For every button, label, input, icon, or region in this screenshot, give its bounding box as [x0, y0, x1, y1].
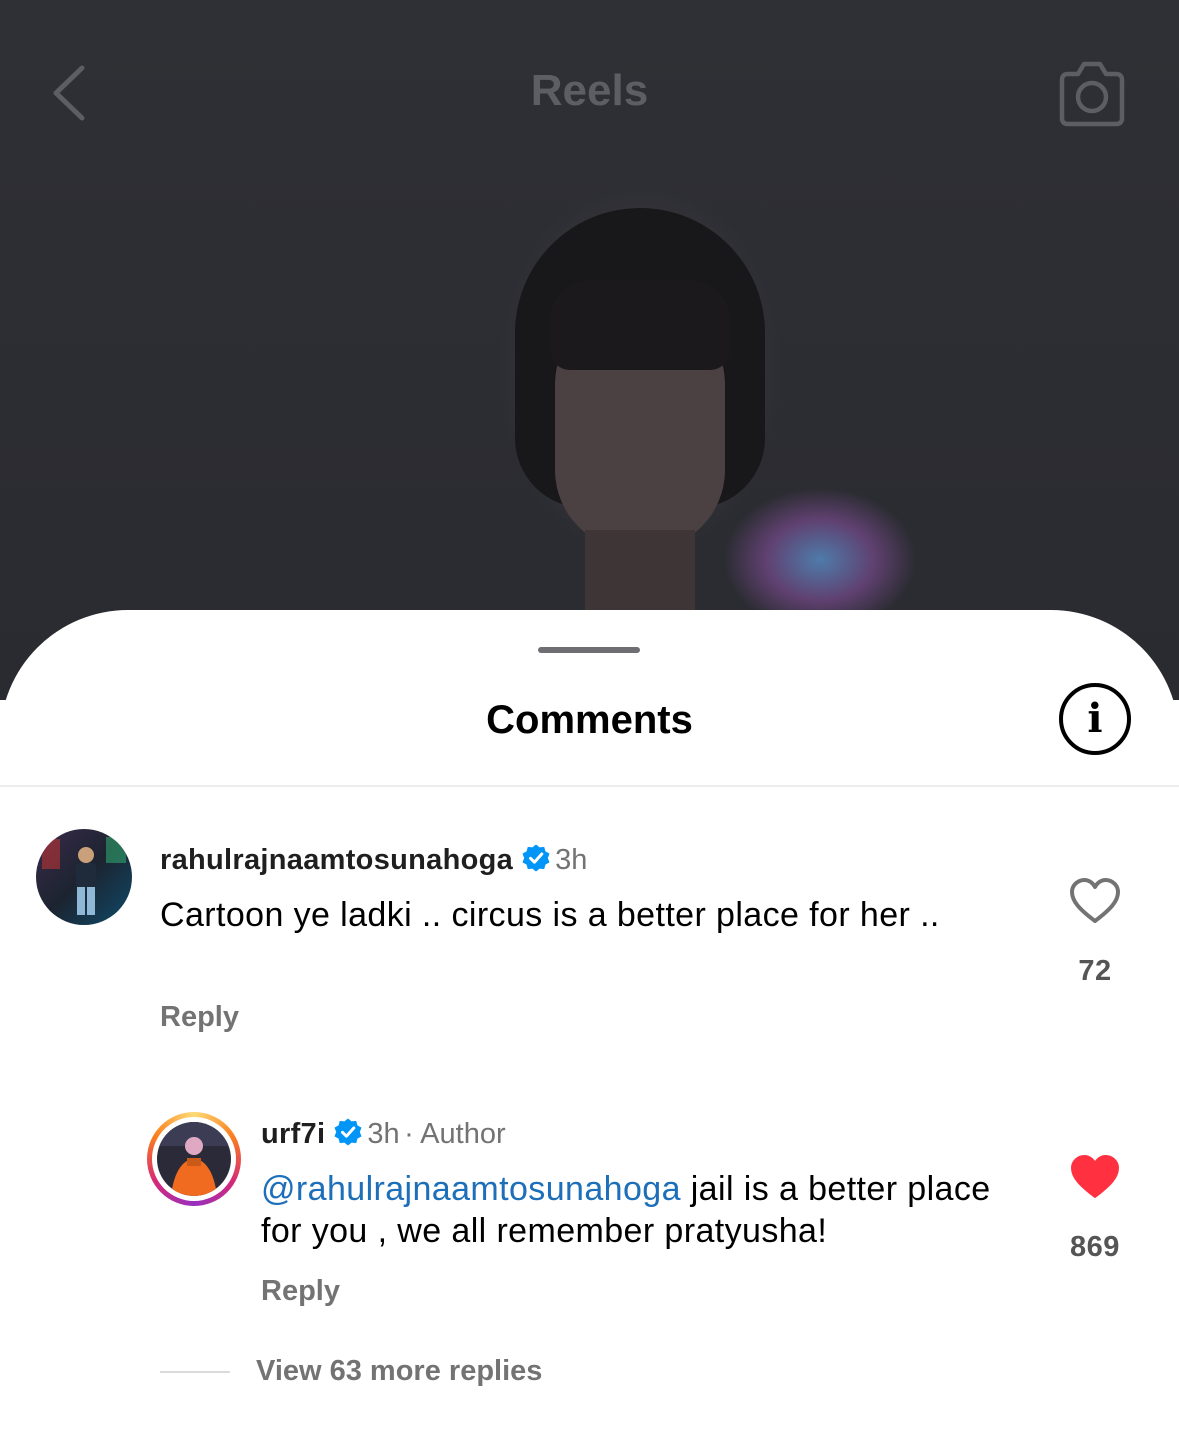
- comments-title: Comments: [486, 698, 693, 742]
- view-more-replies[interactable]: View 63 more replies: [160, 1355, 542, 1395]
- like-count: 72: [1078, 955, 1112, 987]
- reels-top-bar: Reels: [0, 40, 1179, 150]
- like-control: 72: [1045, 877, 1145, 988]
- comment-timestamp: 3h: [555, 844, 588, 876]
- reply-button[interactable]: Reply: [160, 1001, 239, 1034]
- heart-filled-icon[interactable]: [1069, 1153, 1121, 1201]
- info-icon: i: [1087, 695, 1103, 742]
- reply-timestamp: 3h: [367, 1118, 400, 1150]
- view-more-replies-label: View 63 more replies: [256, 1355, 543, 1387]
- reply-username[interactable]: urf7i: [261, 1118, 325, 1150]
- avatar: [157, 1122, 231, 1196]
- avatar-story-ring[interactable]: [147, 1112, 241, 1206]
- heart-outline-icon[interactable]: [1069, 877, 1121, 925]
- header-divider: [0, 785, 1179, 787]
- camera-icon: [1059, 61, 1125, 127]
- reels-comments-screen: Reels Comments i rahulrajnaamtosunahoga …: [0, 0, 1179, 1435]
- info-button[interactable]: i: [1059, 683, 1131, 755]
- comment-item: rahulrajnaamtosunahoga 3h Cartoon ye ladk…: [0, 825, 1179, 1035]
- comment-text: Cartoon ye ladki .. circus is a better p…: [160, 896, 940, 934]
- reply-item: urf7i 3h · Author @rahulrajnaamtosunahoga…: [0, 1110, 1179, 1310]
- comments-sheet: Comments i rahulrajnaamtosunahoga 3h Car…: [0, 610, 1179, 1435]
- reel-video-background: Reels: [0, 0, 1179, 700]
- reply-button[interactable]: Reply: [261, 1275, 340, 1308]
- avatar[interactable]: [36, 829, 132, 925]
- like-count: 869: [1070, 1231, 1120, 1263]
- sheet-drag-handle[interactable]: [538, 647, 640, 653]
- author-tag: · Author: [404, 1118, 506, 1150]
- replies-line: [160, 1370, 230, 1373]
- verified-badge-icon: [521, 843, 551, 878]
- like-control: 869: [1045, 1153, 1145, 1264]
- camera-button[interactable]: [1052, 54, 1132, 134]
- verified-badge-icon: [333, 1117, 363, 1152]
- mention-link[interactable]: @rahulrajnaamtosunahoga: [261, 1170, 681, 1208]
- comment-username[interactable]: rahulrajnaamtosunahoga: [160, 844, 513, 876]
- reels-title: Reels: [530, 66, 649, 115]
- reel-video-frame: [470, 200, 810, 620]
- reply-text: @rahulrajnaamtosunahoga jail is a better…: [261, 1168, 1021, 1252]
